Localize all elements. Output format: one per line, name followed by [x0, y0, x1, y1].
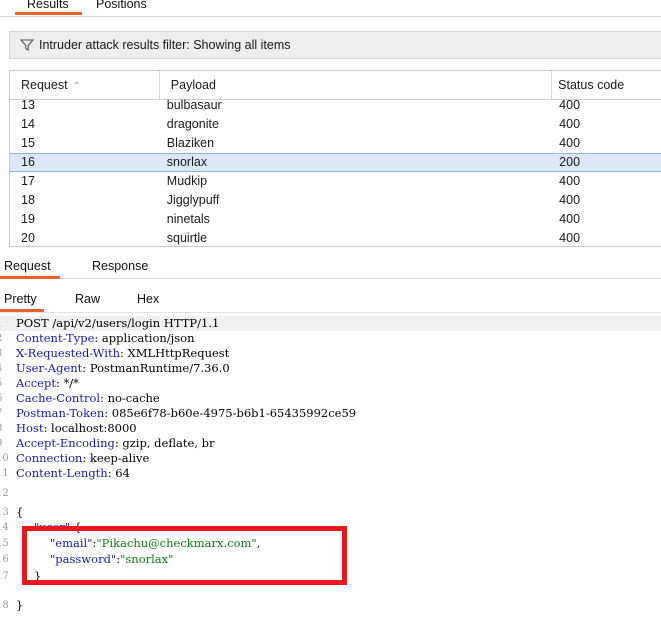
- table-body: 13 bulbasaur 400 14 dragonite 400 15 Blaziken…: [10, 96, 661, 246]
- table-row[interactable]: 13 bulbasaur 400: [10, 96, 661, 115]
- cell-request: 19: [21, 212, 35, 226]
- divider: [0, 16, 661, 17]
- sort-ascending-icon: ⌃: [72, 81, 81, 92]
- table-row[interactable]: 20 squirtle 400: [10, 229, 661, 246]
- line-number: 16: [0, 554, 9, 565]
- code-line: 1POST /api/v2/users/login HTTP/1.1: [0, 316, 661, 331]
- cell-status: 400: [559, 193, 581, 207]
- table-row[interactable]: 14 dragonite 400: [10, 115, 661, 134]
- cell-request: 13: [21, 98, 35, 112]
- cell-request: 14: [21, 117, 35, 131]
- tab-raw[interactable]: Raw: [75, 292, 100, 306]
- top-tab-bar: Results Positions: [0, 0, 661, 16]
- cell-payload: dragonite: [166, 117, 219, 131]
- line-number: 11: [0, 468, 9, 479]
- line-number: 15: [0, 538, 9, 549]
- line-number: 5: [0, 376, 8, 391]
- table-row[interactable]: 17 Mudkip 400: [10, 172, 661, 191]
- cell-payload: snorlax: [166, 155, 208, 169]
- view-tab-bar: Pretty Raw Hex: [0, 289, 661, 313]
- results-table: Request ⌃ Payload Status code 13 bulbasaur…: [9, 70, 661, 247]
- cell-status: 400: [559, 231, 581, 245]
- line-number: 3: [0, 346, 8, 361]
- cell-status: 200: [559, 155, 581, 169]
- cell-payload: bulbasaur: [166, 98, 222, 112]
- tab-hex[interactable]: Hex: [137, 292, 159, 306]
- cell-payload: Blaziken: [166, 136, 215, 150]
- cell-payload: ninetals: [166, 212, 210, 226]
- line-number: 10: [0, 453, 9, 464]
- line-number: 6: [0, 391, 8, 406]
- table-row-selected[interactable]: 16 snorlax 200: [10, 153, 661, 172]
- line-number: 7: [0, 406, 8, 421]
- cell-status: 400: [559, 98, 581, 112]
- cell-status: 400: [559, 136, 581, 150]
- cell-status: 400: [559, 212, 581, 226]
- table-row[interactable]: 19 ninetals 400: [10, 210, 661, 229]
- line-number: 12: [0, 488, 9, 499]
- cell-payload: Jigglypuff: [166, 193, 220, 207]
- cell-status: 400: [559, 117, 581, 131]
- line-number: 1: [0, 316, 8, 331]
- message-tab-bar: Request Response: [0, 255, 661, 279]
- tab-pretty[interactable]: Pretty: [0, 292, 44, 312]
- cell-request: 16: [21, 155, 35, 169]
- line-number: 14: [0, 522, 9, 533]
- line-number: 4: [0, 361, 8, 376]
- tab-results[interactable]: Results: [15, 0, 82, 16]
- line-number: 8: [0, 421, 8, 436]
- tab-response[interactable]: Response: [92, 259, 148, 273]
- table-row[interactable]: 18 Jigglypuff 400: [10, 191, 661, 210]
- filter-icon: [20, 38, 34, 52]
- cell-request: 18: [21, 193, 35, 207]
- line-number: 2: [0, 331, 8, 346]
- cell-payload: Mudkip: [166, 174, 208, 188]
- line-number: 9: [0, 436, 8, 451]
- cell-request: 15: [21, 136, 35, 150]
- line-number: 13: [0, 507, 9, 518]
- highlight-box: [22, 526, 347, 585]
- cell-request: 17: [21, 174, 35, 188]
- table-row[interactable]: 15 Blaziken 400: [10, 134, 661, 153]
- line-number: 18: [0, 600, 9, 611]
- cell-request: 20: [21, 231, 35, 245]
- filter-text: Intruder attack results filter: Showing …: [39, 38, 291, 52]
- line-number: 17: [0, 571, 9, 582]
- results-filter-bar[interactable]: Intruder attack results filter: Showing …: [9, 31, 661, 59]
- cell-status: 400: [559, 174, 581, 188]
- cell-payload: squirtle: [166, 231, 208, 245]
- tab-request[interactable]: Request: [0, 259, 60, 279]
- tab-positions[interactable]: Positions: [96, 0, 147, 16]
